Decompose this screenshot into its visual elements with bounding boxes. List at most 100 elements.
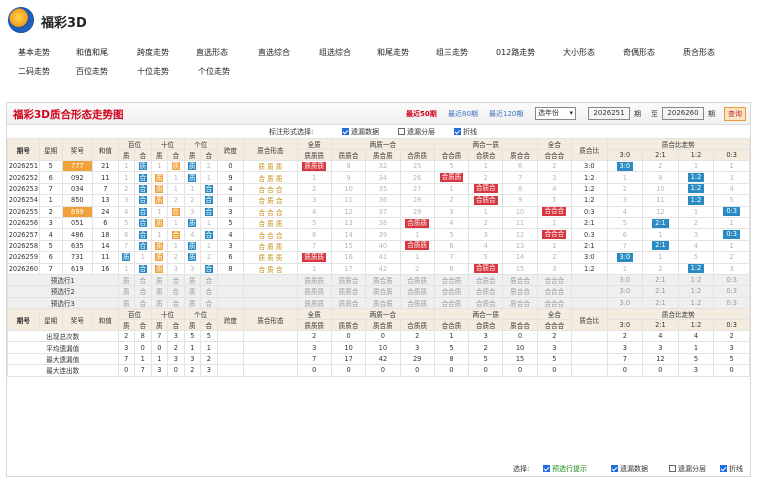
- predict-option[interactable]: 0:3: [713, 296, 750, 310]
- nav-item-r2-3[interactable]: 个位走势: [198, 66, 230, 77]
- predict-option[interactable]: 质质合: [330, 296, 367, 310]
- checkbox-icon[interactable]: [611, 465, 618, 472]
- nav-item-10[interactable]: 奇偶形态: [623, 47, 655, 58]
- nav-item-4[interactable]: 直选综合: [258, 47, 290, 58]
- pos-hit-value: 质: [188, 219, 197, 228]
- option-footer-line[interactable]: 折线: [720, 464, 743, 474]
- predict-option[interactable]: 合合质: [433, 296, 470, 310]
- option-missing-layer[interactable]: 遗漏分层: [398, 127, 435, 137]
- predict-option[interactable]: 质质合: [330, 273, 367, 287]
- checkbox-icon[interactable]: [720, 465, 727, 472]
- predict-option[interactable]: 合质质: [399, 285, 435, 298]
- predict-option[interactable]: 合: [167, 296, 185, 310]
- predict-option[interactable]: 质: [117, 285, 136, 298]
- predict-option[interactable]: 合合合: [536, 296, 573, 310]
- predict-option[interactable]: 质合质: [365, 296, 401, 310]
- checkbox-icon[interactable]: [398, 128, 405, 135]
- predict-option[interactable]: 1:2: [677, 296, 715, 310]
- checkbox-icon[interactable]: [342, 128, 349, 135]
- nav-item-0[interactable]: 基本走势: [18, 47, 50, 58]
- checkbox-icon[interactable]: [454, 128, 461, 135]
- start-period-input[interactable]: 2026251: [588, 107, 630, 120]
- predict-option[interactable]: 合质质: [399, 273, 435, 287]
- predict-option[interactable]: 3:0: [606, 285, 644, 298]
- predict-option[interactable]: 合: [200, 273, 218, 287]
- predict-option[interactable]: 合质质: [399, 296, 435, 310]
- predict-option[interactable]: 质质合: [330, 285, 367, 298]
- predict-option[interactable]: 2:1: [642, 285, 679, 298]
- predict-option[interactable]: 质: [183, 296, 202, 310]
- predict-row[interactable]: 预选行1 质合质合质合质质质 质质合 质合质 合质质 合合质 合质合 质合合 合合合 3:0 2:1…: [7, 273, 750, 287]
- predict-option[interactable]: 合质合: [468, 273, 504, 287]
- nav-item-2[interactable]: 跨度走势: [137, 47, 169, 58]
- predict-option[interactable]: 2:1: [642, 296, 679, 310]
- predict-option[interactable]: 合: [167, 273, 185, 287]
- predict-option[interactable]: 3:0: [606, 296, 644, 310]
- predict-option[interactable]: 质: [183, 285, 202, 298]
- predict-option[interactable]: 合: [167, 285, 185, 298]
- predict-row[interactable]: 预选行2 质合质合质合质质质 质质合 质合质 合质质 合合质 合质合 质合合 合合合 3:0 2:1…: [7, 285, 750, 298]
- predict-option[interactable]: 合: [134, 273, 152, 287]
- predict-option[interactable]: 质: [150, 296, 169, 310]
- predict-option[interactable]: 3:0: [606, 273, 644, 287]
- nav-row-2: 二码走势 百位走势 十位走势 个位走势: [0, 63, 757, 82]
- predict-option[interactable]: 合合合: [536, 273, 573, 287]
- nav-item-9[interactable]: 大小形态: [563, 47, 595, 58]
- checkbox-icon[interactable]: [543, 465, 550, 472]
- predict-option[interactable]: 合: [134, 285, 152, 298]
- nav-item-8[interactable]: 012路走势: [496, 47, 535, 58]
- predict-option[interactable]: 质: [117, 296, 136, 310]
- nav-item-7[interactable]: 组三走势: [436, 47, 468, 58]
- predict-option[interactable]: 1:2: [677, 273, 715, 287]
- predict-option[interactable]: 质合质: [365, 273, 401, 287]
- year-select[interactable]: 选年份 ▾: [535, 107, 576, 120]
- nav-item-6[interactable]: 和尾走势: [377, 47, 409, 58]
- nav-item-r2-0[interactable]: 二码走势: [18, 66, 50, 77]
- predict-option[interactable]: 合合质: [433, 285, 470, 298]
- predict-option[interactable]: 质: [183, 273, 202, 287]
- predict-option[interactable]: 质合合: [502, 285, 538, 298]
- predict-option[interactable]: 合: [200, 296, 218, 310]
- nav-item-1[interactable]: 和值和尾: [76, 47, 108, 58]
- checkbox-icon[interactable]: [669, 465, 676, 472]
- predict-option[interactable]: 质质质: [296, 296, 332, 310]
- predict-option[interactable]: 1:2: [677, 285, 715, 298]
- predict-option[interactable]: 质质质: [296, 285, 332, 298]
- stat-cell: 0: [330, 330, 367, 343]
- predict-option[interactable]: 质: [117, 273, 136, 287]
- end-period-input[interactable]: 2026260: [662, 107, 704, 120]
- period-120-link[interactable]: 最近120期: [489, 109, 523, 119]
- nav-item-r2-2[interactable]: 十位走势: [137, 66, 169, 77]
- query-button[interactable]: 查询: [724, 107, 746, 121]
- predict-option[interactable]: 质: [150, 273, 169, 287]
- predict-option[interactable]: 合合合: [536, 285, 573, 298]
- nav-item-5[interactable]: 组选综合: [319, 47, 351, 58]
- predict-option[interactable]: 合: [134, 296, 152, 310]
- predict-option[interactable]: 合质合: [468, 296, 504, 310]
- predict-option[interactable]: 质: [150, 285, 169, 298]
- option-footer-missing-layer[interactable]: 遗漏分层: [669, 464, 706, 474]
- option-line[interactable]: 折线: [454, 127, 477, 137]
- predict-option[interactable]: 0:3: [713, 273, 750, 287]
- predict-option[interactable]: 质合合: [502, 296, 538, 310]
- nav-item-3[interactable]: 直选形态: [196, 47, 228, 58]
- predict-option[interactable]: 质质质: [296, 273, 332, 287]
- ratio-cell: 2:1: [571, 239, 608, 253]
- period-80-link[interactable]: 最近80期: [448, 109, 478, 119]
- site-logo-icon[interactable]: [8, 7, 34, 33]
- period-50-link[interactable]: 最近50期: [406, 109, 437, 119]
- miss-cell: 15: [330, 239, 367, 253]
- predict-option[interactable]: 合质合: [468, 285, 504, 298]
- predict-option[interactable]: 合合质: [433, 273, 470, 287]
- option-missing-data[interactable]: 遗漏数据: [342, 127, 379, 137]
- predict-option[interactable]: 合: [200, 285, 218, 298]
- nav-item-r2-1[interactable]: 百位走势: [76, 66, 108, 77]
- predict-option[interactable]: 质合合: [502, 273, 538, 287]
- predict-option[interactable]: 质合质: [365, 285, 401, 298]
- predict-option[interactable]: 2:1: [642, 273, 679, 287]
- nav-item-11[interactable]: 质合形态: [683, 47, 715, 58]
- predict-option[interactable]: 0:3: [713, 285, 750, 298]
- option-footer-missing-data[interactable]: 遗漏数据: [611, 464, 648, 474]
- option-predict-hint[interactable]: 预选行提示: [543, 464, 587, 474]
- predict-row[interactable]: 预选行3 质合质合质合质质质 质质合 质合质 合质质 合合质 合质合 质合合 合合合 3:0 2:1…: [7, 296, 750, 310]
